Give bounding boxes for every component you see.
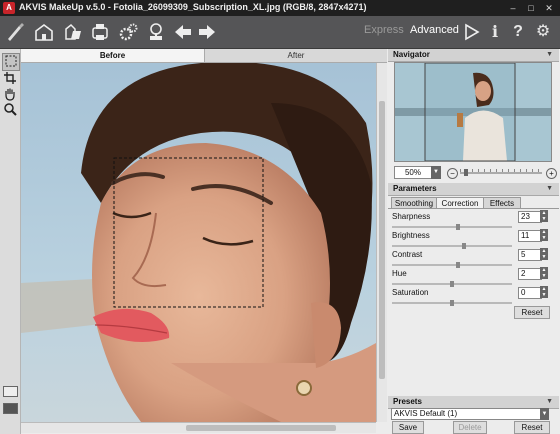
sharpness-label: Sharpness	[392, 212, 431, 221]
collapse-icon[interactable]: ▼	[546, 49, 553, 61]
open-file-icon[interactable]	[62, 21, 84, 43]
brightness-slider-thumb[interactable]	[461, 243, 466, 249]
brush-logo-icon	[4, 21, 26, 43]
help-icon[interactable]: ?	[507, 21, 529, 43]
window-title: AKVIS MakeUp v.5.0 - Fotolia_26099309_Su…	[19, 2, 367, 12]
parameters-header[interactable]: Parameters ▼	[388, 183, 559, 196]
sharpness-value[interactable]: 23	[518, 211, 542, 223]
preset-delete-button[interactable]: Delete	[453, 421, 487, 434]
zoom-tool-icon[interactable]	[2, 102, 18, 118]
preset-select[interactable]: AKVIS Default (1)	[391, 408, 542, 420]
navigator-thumbnail	[395, 63, 551, 161]
contrast-slider-thumb[interactable]	[455, 262, 460, 268]
contrast-value[interactable]: 5	[518, 249, 542, 261]
brightness-spinner-icon[interactable]: ▲ ▼	[540, 229, 548, 241]
sharpness-slider[interactable]	[392, 224, 512, 230]
preferences-gear-icon[interactable]: ⚙	[532, 21, 554, 43]
express-mode-button[interactable]: Express	[364, 24, 404, 36]
zoom-level-field[interactable]: 50%	[394, 166, 432, 179]
compare-toggle-icon[interactable]	[3, 403, 18, 414]
saturation-slider[interactable]	[392, 300, 512, 306]
settings-gear-icon[interactable]	[117, 21, 139, 43]
crop-tool-icon[interactable]	[2, 71, 18, 87]
tab-before[interactable]: Before	[21, 49, 205, 62]
brightness-slider[interactable]	[392, 243, 512, 249]
contrast-slider[interactable]	[392, 262, 512, 268]
brightness-label: Brightness	[392, 231, 430, 240]
zoom-slider-thumb[interactable]	[464, 169, 468, 176]
back-arrow-icon[interactable]	[172, 21, 194, 43]
navigator-preview[interactable]	[394, 62, 552, 162]
brightness-value[interactable]: 11	[518, 230, 542, 242]
hue-spinner-icon[interactable]: ▲ ▼	[540, 267, 548, 279]
hand-tool-icon[interactable]	[2, 87, 18, 103]
preset-dropdown-icon[interactable]: ▼	[540, 408, 549, 420]
background-color-swatch[interactable]	[3, 386, 18, 397]
maximize-button[interactable]: □	[524, 2, 538, 14]
parameters-title: Parameters	[393, 184, 437, 193]
zoom-out-icon[interactable]: −	[447, 168, 458, 179]
sharpness-spinner-icon[interactable]: ▲ ▼	[540, 210, 548, 222]
tool-strip	[0, 49, 21, 434]
close-button[interactable]: ✕	[542, 2, 556, 14]
tab-after[interactable]: After	[205, 49, 387, 62]
navigator-title: Navigator	[393, 50, 430, 59]
zoom-dropdown-icon[interactable]: ▼	[431, 166, 441, 179]
main-toolbar: Express Advanced i ? ⚙	[0, 16, 560, 49]
save-file-icon[interactable]	[89, 21, 111, 43]
zoom-slider[interactable]	[460, 169, 542, 176]
info-icon[interactable]: i	[484, 21, 506, 43]
vertical-scrollbar[interactable]	[376, 63, 387, 422]
portrait-photo	[21, 63, 376, 422]
navigator-header[interactable]: Navigator ▼	[388, 49, 559, 62]
preset-save-button[interactable]: Save	[392, 421, 424, 434]
horizontal-scrollbar[interactable]	[21, 422, 376, 433]
saturation-slider-thumb[interactable]	[450, 300, 454, 306]
hue-slider[interactable]	[392, 281, 512, 287]
app-logo-icon: A	[3, 2, 15, 14]
saturation-label: Saturation	[392, 288, 429, 297]
view-tabs: Before After	[21, 49, 387, 63]
stamp-icon[interactable]	[145, 21, 167, 43]
image-canvas[interactable]	[21, 63, 376, 422]
horizontal-scroll-thumb[interactable]	[186, 425, 336, 431]
selection-tool-icon[interactable]	[2, 53, 20, 71]
contrast-spinner-icon[interactable]: ▲ ▼	[540, 248, 548, 260]
parameters-reset-button[interactable]: Reset	[514, 306, 550, 319]
preset-reset-button[interactable]: Reset	[514, 421, 550, 434]
collapse-icon[interactable]: ▼	[546, 396, 553, 408]
presets-title: Presets	[393, 397, 422, 406]
minimize-button[interactable]: –	[506, 2, 520, 14]
contrast-label: Contrast	[392, 250, 423, 259]
hue-label: Hue	[392, 269, 407, 278]
sharpness-slider-thumb[interactable]	[455, 224, 460, 230]
zoom-slider-ticks	[460, 169, 542, 172]
collapse-icon[interactable]: ▼	[546, 183, 553, 195]
forward-arrow-icon[interactable]	[196, 21, 218, 43]
hue-value[interactable]: 2	[518, 268, 542, 280]
saturation-spinner-icon[interactable]: ▲ ▼	[540, 286, 548, 298]
hue-slider-thumb[interactable]	[450, 281, 454, 287]
saturation-value[interactable]: 0	[518, 287, 542, 299]
run-icon[interactable]	[460, 21, 482, 43]
zoom-in-icon[interactable]: +	[546, 168, 557, 179]
title-bar: A AKVIS MakeUp v.5.0 - Fotolia_26099309_…	[0, 0, 560, 16]
home-icon[interactable]	[33, 21, 55, 43]
advanced-mode-button[interactable]: Advanced	[410, 24, 459, 36]
vertical-scroll-thumb[interactable]	[379, 101, 385, 379]
